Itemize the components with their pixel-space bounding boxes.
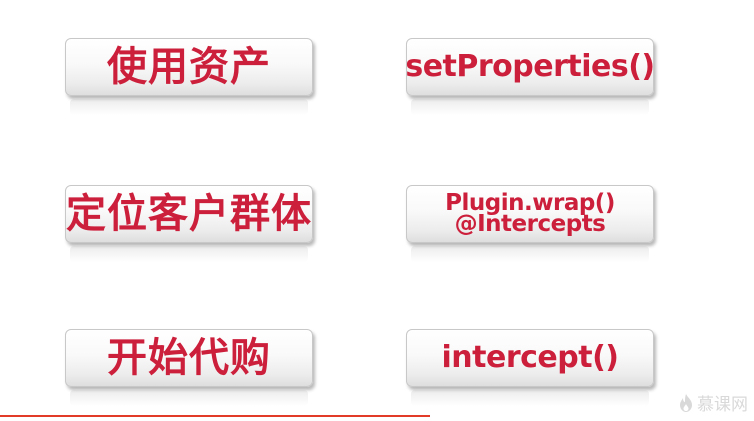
bottom-accent-line: [0, 415, 430, 417]
start-purchase-label: 开始代购: [107, 335, 271, 381]
target-customers-button[interactable]: 定位客户群体: [65, 185, 313, 262]
target-customers-label: 定位客户群体: [66, 191, 312, 237]
set-properties-button[interactable]: setProperties(): [405, 38, 655, 115]
slide: 使用资产 setProperties() 定位客户群体 Plugin.wrap(…: [0, 0, 754, 421]
watermark: 慕课网: [679, 390, 748, 415]
start-purchase-button[interactable]: 开始代购: [65, 329, 313, 406]
flame-logo-icon: [679, 393, 693, 412]
plugin-wrap-button[interactable]: Plugin.wrap() @Intercepts: [406, 185, 654, 262]
set-properties-label: setProperties(): [405, 49, 655, 84]
use-assets-label: 使用资产: [107, 44, 271, 90]
watermark-text: 慕课网: [697, 395, 748, 415]
intercept-label: intercept(): [441, 340, 620, 375]
intercept-button[interactable]: intercept(): [406, 329, 654, 406]
use-assets-button[interactable]: 使用资产: [65, 38, 313, 115]
intercepts-annotation-label: @Intercepts: [454, 211, 606, 237]
